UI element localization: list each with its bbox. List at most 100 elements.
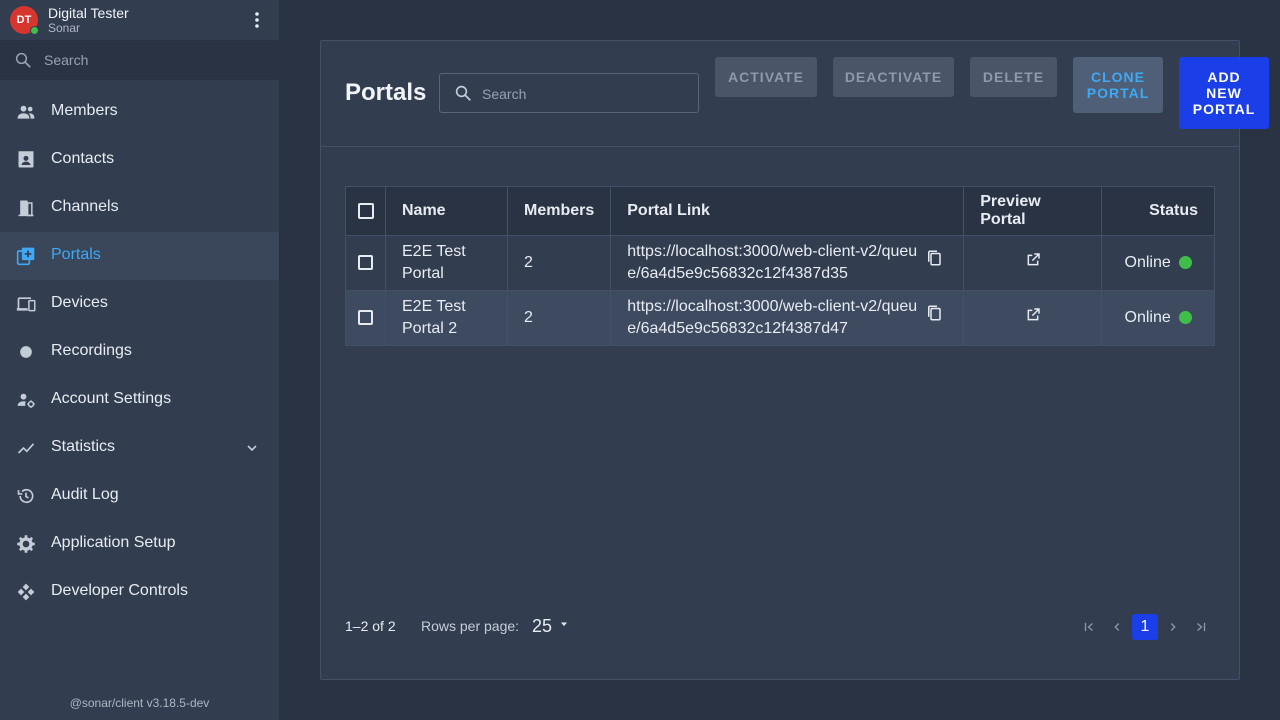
online-status-dot xyxy=(1178,311,1192,324)
portal-name-cell: E2E Test Portal 2 xyxy=(385,290,508,346)
user-gear-icon xyxy=(16,390,36,410)
status-text: Online xyxy=(1124,254,1171,271)
devices-icon xyxy=(16,294,36,314)
portal-members-cell: 2 xyxy=(506,290,612,346)
clone-button-line2: PORTAL xyxy=(1086,85,1150,101)
portals-panel: Portals ACTIVATE DEACTIVATE DELETE CLONE… xyxy=(320,40,1269,680)
sidebar-item-audit-log[interactable]: Audit Log xyxy=(0,472,279,520)
portal-name-cell: E2E Test Portal xyxy=(385,235,508,291)
rows-per-page-label: Rows per page: xyxy=(421,618,520,634)
sidebar-item-channels[interactable]: Channels xyxy=(0,184,279,232)
add-button-line3: PORTAL xyxy=(1192,101,1256,117)
table-row: E2E Test Portal 2 2 https://localhost:30… xyxy=(345,290,1215,346)
portal-search-input[interactable] xyxy=(482,84,687,104)
row-checkbox[interactable] xyxy=(358,255,373,271)
add-button-line1: ADD xyxy=(1207,69,1241,85)
column-header-portal-link[interactable]: Portal Link xyxy=(610,186,965,236)
sidebar-item-label: Account Settings xyxy=(51,390,172,407)
sidebar-item-label: Statistics xyxy=(51,438,116,455)
rows-per-page-select[interactable]: 25 xyxy=(532,614,570,638)
next-page-icon[interactable] xyxy=(1159,614,1187,640)
history-icon xyxy=(16,486,36,506)
status-cell: Online xyxy=(1101,235,1215,291)
last-page-icon[interactable] xyxy=(1187,614,1215,640)
user-org: Sonar xyxy=(48,21,81,35)
row-select[interactable] xyxy=(345,290,386,346)
panel-header: Portals ACTIVATE DEACTIVATE DELETE CLONE… xyxy=(321,41,1269,147)
preview-portal-cell xyxy=(963,290,1103,346)
portal-search xyxy=(439,73,699,113)
column-header-members[interactable]: Members xyxy=(506,186,612,236)
header-select-all[interactable] xyxy=(345,186,386,236)
sidebar-item-label: Portals xyxy=(51,246,101,263)
chevron-down-icon[interactable] xyxy=(244,440,260,461)
clone-button-line1: CLONE xyxy=(1091,69,1145,85)
sidebar-search-input[interactable] xyxy=(44,50,264,70)
delete-button[interactable]: DELETE xyxy=(970,57,1057,97)
user-name: Digital Tester xyxy=(48,5,129,21)
sidebar-item-label: Members xyxy=(51,102,118,119)
portal-link-text: https://localhost:3000/web-client-v2/que… xyxy=(627,298,918,337)
page-1-button[interactable]: 1 xyxy=(1132,614,1158,640)
portals-table: Name Members Portal Link Preview Portal … xyxy=(345,186,1215,346)
page-title: Portals xyxy=(345,79,427,106)
sidebar: DT Digital Tester Sonar Members Contacts xyxy=(0,0,280,720)
online-status-dot xyxy=(1178,256,1192,269)
presence-online-dot xyxy=(30,26,39,35)
first-page-icon[interactable] xyxy=(1075,614,1103,640)
record-dot-icon xyxy=(16,342,36,362)
gear-icon xyxy=(16,534,36,554)
portal-link-cell: https://localhost:3000/web-client-v2/que… xyxy=(610,235,965,291)
sidebar-item-recordings[interactable]: Recordings xyxy=(0,328,279,376)
sidebar-item-members[interactable]: Members xyxy=(0,88,279,136)
sidebar-search xyxy=(0,41,279,80)
sidebar-item-devices[interactable]: Devices xyxy=(0,280,279,328)
people-icon xyxy=(16,102,36,122)
search-icon xyxy=(14,51,32,74)
caret-down-icon xyxy=(558,617,570,635)
sidebar-item-contacts[interactable]: Contacts xyxy=(0,136,279,184)
copy-icon[interactable] xyxy=(925,249,943,274)
table-header-row: Name Members Portal Link Preview Portal … xyxy=(345,186,1215,236)
sidebar-item-label: Devices xyxy=(51,294,108,311)
pagination-range: 1–2 of 2 xyxy=(345,618,396,634)
clone-portal-button[interactable]: CLONE PORTAL xyxy=(1073,57,1163,113)
sidebar-item-application-setup[interactable]: Application Setup xyxy=(0,520,279,568)
open-in-new-icon[interactable] xyxy=(1025,252,1041,272)
sidebar-item-label: Audit Log xyxy=(51,486,119,503)
add-new-portal-button[interactable]: ADD NEW PORTAL xyxy=(1179,57,1269,129)
rows-per-page-value: 25 xyxy=(532,615,553,636)
sidebar-item-label: Contacts xyxy=(51,150,115,167)
column-header-status[interactable]: Status xyxy=(1101,186,1215,236)
portal-add-icon xyxy=(16,246,36,266)
select-all-checkbox[interactable] xyxy=(357,202,374,219)
more-vertical-icon[interactable] xyxy=(248,10,266,30)
copy-icon[interactable] xyxy=(925,304,943,329)
sidebar-nav: Members Contacts Channels Portals Device… xyxy=(0,88,279,616)
portal-members-cell: 2 xyxy=(506,235,612,291)
sidebar-item-developer-controls[interactable]: Developer Controls xyxy=(0,568,279,616)
deactivate-button[interactable]: DEACTIVATE xyxy=(833,57,954,97)
row-select[interactable] xyxy=(345,235,386,291)
activate-button[interactable]: ACTIVATE xyxy=(715,57,817,97)
user-header: DT Digital Tester Sonar xyxy=(0,0,279,41)
row-checkbox[interactable] xyxy=(358,310,373,326)
pagination-controls: 1 xyxy=(1075,614,1215,640)
sidebar-item-statistics[interactable]: Statistics xyxy=(0,424,279,472)
sidebar-item-label: Channels xyxy=(51,198,119,215)
portal-link-text: https://localhost:3000/web-client-v2/que… xyxy=(627,243,918,282)
status-text: Online xyxy=(1124,309,1171,326)
trend-line-icon xyxy=(16,438,36,458)
column-header-preview-portal[interactable]: Preview Portal xyxy=(963,186,1103,236)
portal-link-cell: https://localhost:3000/web-client-v2/que… xyxy=(610,290,965,346)
table-row: E2E Test Portal 2 https://localhost:3000… xyxy=(345,235,1215,291)
door-icon xyxy=(16,198,36,218)
previous-page-icon[interactable] xyxy=(1103,614,1131,640)
column-header-name[interactable]: Name xyxy=(385,186,508,236)
open-in-new-icon[interactable] xyxy=(1025,307,1041,327)
sidebar-item-portals[interactable]: Portals xyxy=(0,232,279,280)
sidebar-item-account-settings[interactable]: Account Settings xyxy=(0,376,279,424)
contact-card-icon xyxy=(16,150,36,170)
sidebar-item-label: Developer Controls xyxy=(51,582,188,599)
developer-icon xyxy=(16,582,36,602)
